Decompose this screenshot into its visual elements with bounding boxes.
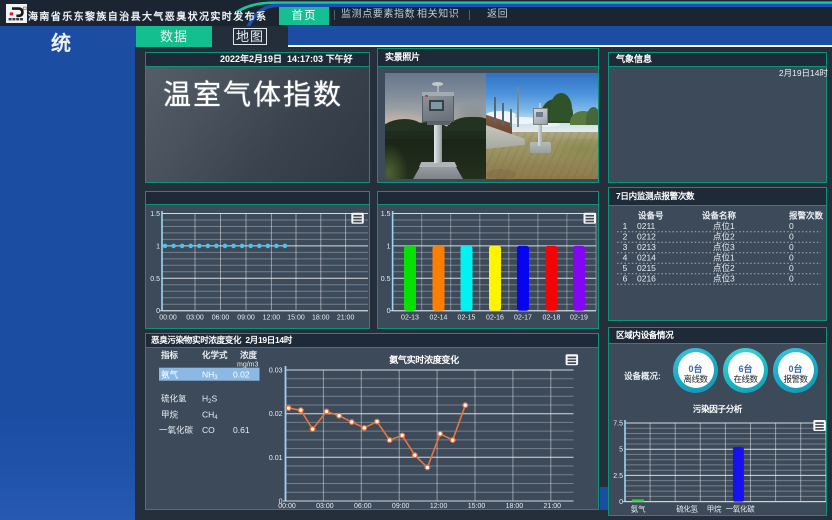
svg-text:02-15: 02-15 [458, 315, 476, 322]
svg-text:点位3: 点位3 [713, 242, 735, 252]
svg-text:点位1: 点位1 [713, 253, 735, 263]
svg-text:3: 3 [623, 242, 628, 252]
svg-text:一氧化碳: 一氧化碳 [726, 504, 756, 514]
svg-text:0.61: 0.61 [233, 425, 250, 435]
svg-text:02-17: 02-17 [514, 315, 532, 322]
svg-text:0: 0 [789, 221, 794, 231]
svg-text:12:00: 12:00 [430, 503, 448, 509]
svg-text:点位2: 点位2 [713, 263, 735, 273]
svg-text:18:00: 18:00 [312, 315, 330, 322]
svg-text:0213: 0213 [637, 242, 656, 252]
svg-text:甲烷: 甲烷 [707, 504, 722, 514]
svg-text:02-18: 02-18 [543, 315, 561, 322]
svg-text:0.5: 0.5 [381, 276, 391, 283]
svg-text:报警次数: 报警次数 [789, 211, 824, 221]
svg-text:0: 0 [789, 232, 794, 242]
svg-text:0216: 0216 [637, 274, 656, 284]
svg-text:15:00: 15:00 [287, 315, 305, 322]
svg-text:点位2: 点位2 [713, 232, 735, 242]
svg-text:CH4: CH4 [202, 410, 218, 422]
svg-text:1: 1 [156, 243, 160, 250]
svg-text:02-13: 02-13 [401, 315, 419, 322]
svg-text:5: 5 [619, 447, 623, 454]
svg-text:02-19: 02-19 [570, 315, 588, 322]
svg-text:02-16: 02-16 [486, 315, 504, 322]
svg-text:00:00: 00:00 [278, 503, 296, 509]
svg-text:1: 1 [387, 243, 391, 250]
svg-text:CO: CO [202, 425, 215, 435]
svg-text:设备名称: 设备名称 [702, 211, 737, 221]
svg-text:氨气实时浓度变化: 氨气实时浓度变化 [389, 354, 459, 365]
svg-text:21:00: 21:00 [337, 315, 355, 322]
svg-text:09:00: 09:00 [392, 503, 410, 509]
svg-text:2: 2 [623, 232, 628, 242]
svg-text:2.5: 2.5 [613, 473, 623, 480]
svg-text:18:00: 18:00 [506, 503, 524, 509]
svg-text:0: 0 [789, 253, 794, 263]
svg-text:7.5: 7.5 [613, 421, 623, 428]
svg-text:甲烷: 甲烷 [161, 410, 179, 420]
svg-text:0212: 0212 [637, 232, 656, 242]
svg-text:0: 0 [789, 242, 794, 252]
svg-text:1: 1 [623, 221, 628, 231]
svg-text:0: 0 [619, 499, 623, 506]
svg-text:0.02: 0.02 [233, 370, 250, 380]
svg-text:硫化氢: 硫化氢 [161, 394, 187, 404]
svg-text:09:00: 09:00 [237, 315, 255, 322]
svg-text:0214: 0214 [637, 253, 656, 263]
svg-text:03:00: 03:00 [316, 503, 334, 509]
svg-text:0.5: 0.5 [150, 276, 160, 283]
svg-text:硫化氢: 硫化氢 [676, 504, 698, 514]
svg-text:点位3: 点位3 [713, 274, 735, 284]
svg-text:0.01: 0.01 [269, 455, 283, 462]
svg-text:1.5: 1.5 [381, 211, 391, 218]
svg-text:06:00: 06:00 [212, 315, 230, 322]
svg-text:6: 6 [623, 274, 628, 284]
svg-text:浓度: 浓度 [240, 350, 258, 360]
svg-text:0: 0 [387, 308, 391, 315]
svg-text:0: 0 [789, 263, 794, 273]
svg-text:4: 4 [623, 253, 628, 263]
svg-text:化学式: 化学式 [202, 350, 228, 360]
svg-text:15:00: 15:00 [468, 503, 486, 509]
svg-text:氨气: 氨气 [161, 370, 179, 380]
svg-text:指标: 指标 [161, 350, 179, 360]
svg-text:点位1: 点位1 [713, 221, 735, 231]
svg-text:设备号: 设备号 [638, 211, 664, 221]
svg-text:12:00: 12:00 [263, 315, 281, 322]
svg-text:0211: 0211 [637, 221, 656, 231]
svg-text:氨气: 氨气 [631, 504, 646, 514]
svg-text:03:00: 03:00 [186, 315, 204, 322]
svg-text:00:00: 00:00 [159, 315, 177, 322]
svg-text:06:00: 06:00 [354, 503, 372, 509]
svg-text:0.03: 0.03 [269, 368, 283, 375]
svg-text:一氧化碳: 一氧化碳 [159, 425, 194, 435]
svg-text:02-14: 02-14 [430, 315, 448, 322]
svg-text:1.5: 1.5 [150, 211, 160, 218]
svg-text:0215: 0215 [637, 263, 656, 273]
svg-text:mg/m3: mg/m3 [237, 362, 259, 369]
svg-text:H2S: H2S [202, 394, 217, 406]
svg-text:5: 5 [623, 263, 628, 273]
svg-text:0.02: 0.02 [269, 411, 283, 418]
svg-text:21:00: 21:00 [544, 503, 562, 509]
svg-text:0: 0 [789, 274, 794, 284]
